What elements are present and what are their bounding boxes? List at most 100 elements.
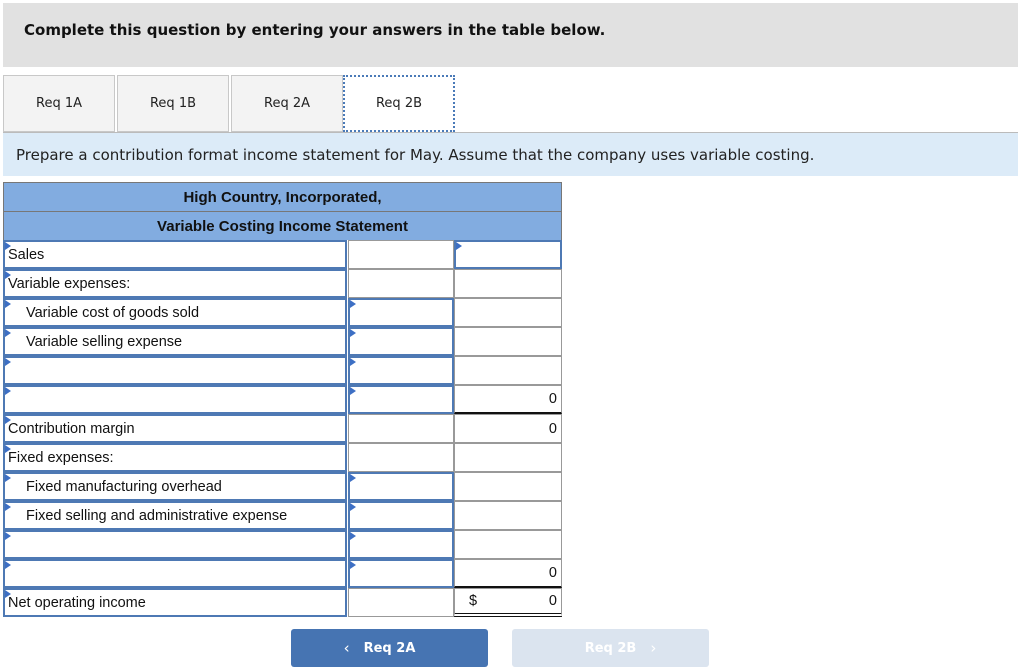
total-cell <box>454 501 562 530</box>
dropdown-marker-icon <box>5 532 11 540</box>
table-row: 0 <box>3 385 562 414</box>
dropdown-marker-icon <box>350 329 356 337</box>
income-statement-table: High Country, Incorporated, Variable Cos… <box>3 182 562 617</box>
label-input[interactable]: Variable selling expense <box>3 327 347 356</box>
table-row <box>3 530 562 559</box>
total-cell <box>454 472 562 501</box>
amount-input[interactable] <box>348 501 454 530</box>
statement-subtitle: Variable Costing Income Statement <box>3 211 562 240</box>
total-variable-expenses: 0 <box>454 385 562 414</box>
instruction-bar: Prepare a contribution format income sta… <box>3 132 1018 176</box>
tab-req-2b[interactable]: Req 2B <box>343 75 455 132</box>
instructions-banner: Complete this question by entering your … <box>3 3 1018 67</box>
instruction-text: Prepare a contribution format income sta… <box>16 146 815 164</box>
total-cell <box>454 530 562 559</box>
total-cell <box>454 327 562 356</box>
prev-req-label: Req 2A <box>363 640 416 656</box>
amount-cell <box>348 269 454 298</box>
currency-symbol: $ <box>469 593 478 609</box>
dropdown-marker-icon <box>350 474 356 482</box>
chevron-left-icon: ‹ <box>343 639 350 657</box>
label-input[interactable]: Variable cost of goods sold <box>3 298 347 327</box>
dropdown-marker-icon <box>5 445 11 453</box>
dropdown-marker-icon <box>5 329 11 337</box>
dropdown-marker-icon <box>5 271 11 279</box>
table-row: Contribution margin 0 <box>3 414 562 443</box>
dropdown-marker-icon <box>5 358 11 366</box>
dropdown-marker-icon <box>5 561 11 569</box>
label-input[interactable] <box>3 356 347 385</box>
net-operating-income-value: $0 <box>454 588 562 617</box>
label-input[interactable]: Sales <box>3 240 347 269</box>
dropdown-marker-icon <box>350 300 356 308</box>
total-value: 0 <box>548 593 557 609</box>
chevron-right-icon: › <box>650 639 657 657</box>
dropdown-marker-icon <box>350 532 356 540</box>
total-cell <box>454 443 562 472</box>
dropdown-marker-icon <box>5 590 11 598</box>
dropdown-marker-icon <box>350 387 356 395</box>
table-row: Variable expenses: <box>3 269 562 298</box>
label-input[interactable] <box>3 559 347 588</box>
table-row: Fixed expenses: <box>3 443 562 472</box>
amount-input[interactable] <box>348 385 454 414</box>
table-row: Variable cost of goods sold <box>3 298 562 327</box>
dropdown-marker-icon <box>456 242 462 250</box>
prev-req-button[interactable]: ‹ Req 2A › <box>291 629 488 667</box>
row-label: Sales <box>8 246 45 263</box>
tab-req-1a[interactable]: Req 1A <box>3 75 115 132</box>
tab-req-1b[interactable]: Req 1B <box>117 75 229 132</box>
label-input[interactable] <box>3 385 347 414</box>
amount-cell <box>348 240 454 269</box>
amount-cell <box>348 443 454 472</box>
label-input[interactable]: Fixed manufacturing overhead <box>3 472 347 501</box>
next-req-button[interactable]: ‹ Req 2B › <box>512 629 709 667</box>
label-input[interactable]: Fixed selling and administrative expense <box>3 501 347 530</box>
dropdown-marker-icon <box>5 242 11 250</box>
next-req-label: Req 2B <box>584 640 637 656</box>
row-label: Fixed expenses: <box>8 449 114 466</box>
row-label: Fixed selling and administrative expense <box>26 507 288 524</box>
row-label: Fixed manufacturing overhead <box>26 478 222 495</box>
label-input[interactable]: Contribution margin <box>3 414 347 443</box>
total-fixed-expenses: 0 <box>454 559 562 588</box>
table-row: 0 <box>3 559 562 588</box>
amount-input[interactable] <box>348 327 454 356</box>
dropdown-marker-icon <box>5 503 11 511</box>
row-label: Net operating income <box>8 594 146 611</box>
dropdown-marker-icon <box>5 416 11 424</box>
total-cell <box>454 356 562 385</box>
table-row <box>3 356 562 385</box>
total-cell <box>454 298 562 327</box>
dropdown-marker-icon <box>350 561 356 569</box>
table-row: Fixed selling and administrative expense <box>3 501 562 530</box>
label-input[interactable]: Fixed expenses: <box>3 443 347 472</box>
row-label: Variable selling expense <box>26 333 183 350</box>
amount-input[interactable] <box>348 559 454 588</box>
amount-input[interactable] <box>348 530 454 559</box>
amount-input[interactable] <box>348 472 454 501</box>
dropdown-marker-icon <box>5 300 11 308</box>
amount-cell <box>348 414 454 443</box>
contribution-margin-value: 0 <box>454 414 562 443</box>
amount-cell <box>348 588 454 617</box>
dropdown-marker-icon <box>350 358 356 366</box>
total-cell <box>454 269 562 298</box>
amount-input[interactable] <box>348 298 454 327</box>
row-label: Variable expenses: <box>8 275 131 292</box>
label-input[interactable]: Net operating income <box>3 588 347 617</box>
tab-req-2a[interactable]: Req 2A <box>231 75 343 132</box>
amount-input[interactable] <box>348 356 454 385</box>
label-input[interactable]: Variable expenses: <box>3 269 347 298</box>
row-label: Contribution margin <box>8 420 135 437</box>
statement-title: High Country, Incorporated, <box>3 182 562 211</box>
dropdown-marker-icon <box>350 503 356 511</box>
banner-text: Complete this question by entering your … <box>24 21 606 39</box>
dropdown-marker-icon <box>5 474 11 482</box>
label-input[interactable] <box>3 530 347 559</box>
table-row: Sales <box>3 240 562 269</box>
table-row: Fixed manufacturing overhead <box>3 472 562 501</box>
dropdown-marker-icon <box>5 387 11 395</box>
table-row: Variable selling expense <box>3 327 562 356</box>
total-input[interactable] <box>454 240 562 269</box>
